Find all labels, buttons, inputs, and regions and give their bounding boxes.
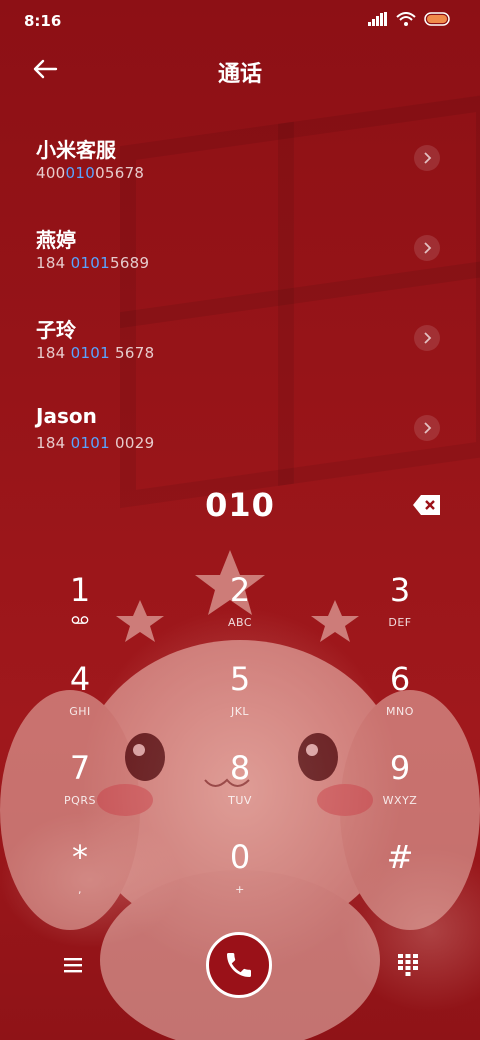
chevron-right-icon[interactable] bbox=[414, 415, 440, 441]
contact-number: 184 0101 0029 bbox=[36, 434, 155, 452]
dialpad-key-1[interactable]: 1 bbox=[20, 570, 140, 650]
dialpad-key-4[interactable]: 4 GHI bbox=[20, 659, 140, 739]
status-time: 8:16 bbox=[24, 12, 62, 30]
dialpad-key-0[interactable]: 0 + bbox=[180, 837, 300, 917]
voicemail-icon bbox=[71, 616, 89, 624]
dialpad-key-hash[interactable]: # bbox=[340, 837, 460, 917]
contact-row[interactable]: Jason 184 0101 0029 bbox=[0, 382, 480, 472]
backspace-icon[interactable] bbox=[412, 494, 442, 516]
dialpad-key-2[interactable]: 2 ABC bbox=[180, 570, 300, 650]
dialpad-key-6[interactable]: 6 MNO bbox=[340, 659, 460, 739]
status-bar: 8:16 bbox=[0, 0, 480, 40]
contact-suggestion-list: 小米客服 40001005678 燕婷 184 01015689 子玲 184 … bbox=[0, 112, 480, 472]
dialpad-key-star[interactable]: * , bbox=[20, 837, 140, 917]
dialpad-key-7[interactable]: 7 PQRS bbox=[20, 748, 140, 828]
chevron-right-icon[interactable] bbox=[414, 235, 440, 261]
page-title: 通话 bbox=[217, 62, 262, 87]
signal-icon bbox=[368, 12, 387, 26]
contact-name: 小米客服 bbox=[36, 138, 116, 162]
contact-number: 184 01015689 bbox=[36, 254, 150, 272]
contact-number: 184 0101 5678 bbox=[36, 344, 155, 362]
keypad-icon[interactable] bbox=[396, 952, 420, 978]
dialpad-key-5[interactable]: 5 JKL bbox=[180, 659, 300, 739]
contact-name: 燕婷 bbox=[36, 228, 76, 252]
wifi-icon bbox=[396, 12, 416, 26]
chevron-right-icon[interactable] bbox=[414, 325, 440, 351]
dialpad-key-8[interactable]: 8 TUV bbox=[180, 748, 300, 828]
dialer-action-bar bbox=[0, 930, 480, 1010]
contact-name: 子玲 bbox=[36, 318, 76, 342]
battery-icon bbox=[424, 12, 450, 26]
dialed-number: 010 bbox=[205, 486, 275, 524]
header: 通话 bbox=[0, 48, 480, 92]
chevron-right-icon[interactable] bbox=[414, 145, 440, 171]
phone-icon bbox=[227, 953, 251, 977]
dialpad-key-3[interactable]: 3 DEF bbox=[340, 570, 460, 650]
contact-row[interactable]: 子玲 184 0101 5678 bbox=[0, 292, 480, 382]
menu-icon[interactable] bbox=[60, 952, 86, 978]
contact-row[interactable]: 燕婷 184 01015689 bbox=[0, 202, 480, 292]
contact-row[interactable]: 小米客服 40001005678 bbox=[0, 112, 480, 202]
contact-name: Jason bbox=[36, 404, 97, 428]
dialpad-key-9[interactable]: 9 WXYZ bbox=[340, 748, 460, 828]
contact-number: 40001005678 bbox=[36, 164, 145, 182]
call-button[interactable] bbox=[206, 932, 272, 998]
